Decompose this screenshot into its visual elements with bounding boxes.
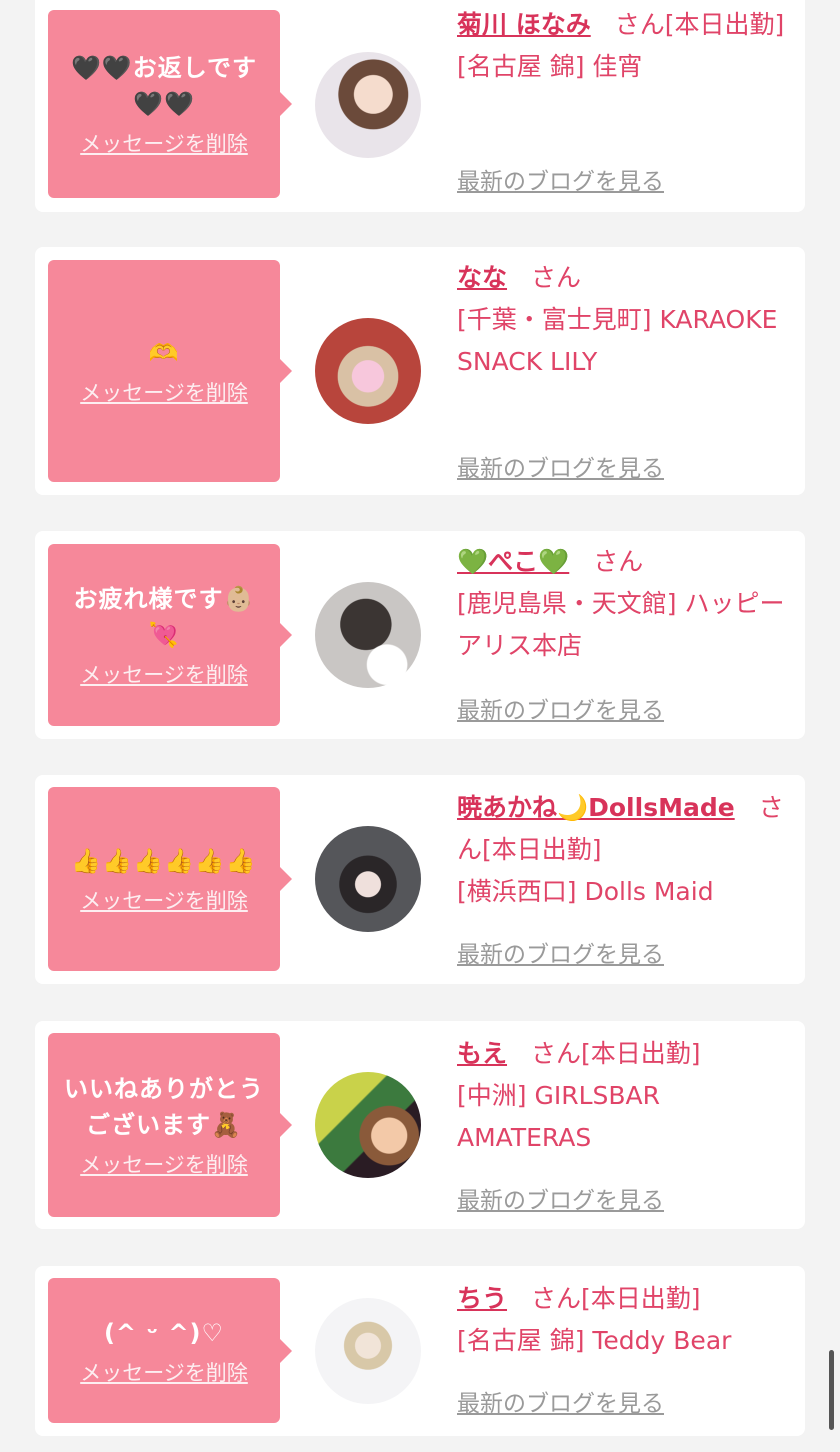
message-text: 🫶 — [148, 339, 180, 367]
latest-blog-link[interactable]: 最新のブログを見る — [457, 935, 664, 969]
attendance-badge: [本日出勤] — [482, 835, 602, 864]
latest-blog-link[interactable]: 最新のブログを見る — [457, 162, 664, 196]
message-text: お疲れ様です👶🏼💘 — [73, 585, 255, 649]
latest-blog-link[interactable]: 最新のブログを見る — [457, 449, 664, 483]
message-bubble: いいねありがとうございます🧸 メッセージを削除 — [48, 1033, 292, 1217]
shop-name: [千葉・富士見町] KARAOKE SNACK LILY — [457, 305, 778, 376]
cast-info: もえ さん[本日出勤] [中洲] GIRLSBAR AMATERAS — [457, 1033, 797, 1159]
delete-message-link[interactable]: メッセージを削除 — [80, 885, 248, 915]
message-card: いいねありがとうございます🧸 メッセージを削除 もえ さん[本日出勤] [中洲] … — [35, 1021, 805, 1229]
scrollbar[interactable] — [829, 1350, 834, 1430]
cast-name-link[interactable]: なな — [457, 263, 507, 292]
attendance-badge: [本日出勤] — [664, 10, 785, 39]
cast-name-link[interactable]: 💚ぺこ💚 — [457, 547, 569, 576]
message-text: (^ ᵕ ^)♡ — [103, 1318, 225, 1347]
honorific: さん — [531, 1284, 582, 1313]
honorific: さん — [531, 1039, 582, 1068]
shop-name: [名古屋 錦] 佳宵 — [457, 52, 643, 81]
attendance-badge: [本日出勤] — [581, 1039, 701, 1068]
delete-message-link[interactable]: メッセージを削除 — [80, 659, 248, 689]
cast-info: 💚ぺこ💚 さん [鹿児島県・天文館] ハッピーアリス本店 — [457, 541, 797, 667]
honorific: さん — [614, 10, 665, 39]
honorific: さん — [531, 263, 582, 292]
attendance-badge: [本日出勤] — [581, 1284, 701, 1313]
avatar[interactable] — [315, 1072, 421, 1178]
avatar[interactable] — [315, 318, 421, 424]
avatar[interactable] — [315, 52, 421, 158]
avatar[interactable] — [315, 1298, 421, 1404]
message-card: (^ ᵕ ^)♡ メッセージを削除 ちう さん[本日出勤] [名古屋 錦] Ted… — [35, 1266, 805, 1436]
message-card: お疲れ様です👶🏼💘 メッセージを削除 💚ぺこ💚 さん [鹿児島県・天文館] ハッピ… — [35, 531, 805, 739]
cast-name-link[interactable]: ちう — [457, 1284, 507, 1313]
cast-info: ちう さん[本日出勤] [名古屋 錦] Teddy Bear — [457, 1278, 797, 1362]
honorific: さん — [593, 547, 644, 576]
latest-blog-link[interactable]: 最新のブログを見る — [457, 691, 664, 725]
delete-message-link[interactable]: メッセージを削除 — [80, 377, 248, 407]
latest-blog-link[interactable]: 最新のブログを見る — [457, 1181, 664, 1215]
message-card: 👍👍👍👍👍👍 メッセージを削除 暁あかね🌙DollsMade さん[本日出勤] [… — [35, 775, 805, 984]
cast-info: 暁あかね🌙DollsMade さん[本日出勤] [横浜西口] Dolls Maid — [457, 787, 797, 913]
avatar[interactable] — [315, 826, 421, 932]
avatar[interactable] — [315, 582, 421, 688]
message-text: 👍👍👍👍👍👍 — [71, 847, 257, 875]
delete-message-link[interactable]: メッセージを削除 — [80, 1357, 248, 1387]
message-text: 🖤🖤お返しです🖤🖤 — [70, 54, 258, 118]
cast-name-link[interactable]: 暁あかね🌙DollsMade — [457, 793, 735, 822]
message-bubble: (^ ᵕ ^)♡ メッセージを削除 — [48, 1278, 292, 1423]
message-bubble: 👍👍👍👍👍👍 メッセージを削除 — [48, 787, 292, 971]
shop-name: [横浜西口] Dolls Maid — [457, 877, 714, 906]
latest-blog-link[interactable]: 最新のブログを見る — [457, 1384, 664, 1418]
cast-name-link[interactable]: 菊川 ほなみ — [457, 10, 591, 39]
delete-message-link[interactable]: メッセージを削除 — [80, 1149, 248, 1179]
cast-info: 菊川 ほなみ さん[本日出勤] [名古屋 錦] 佳宵 — [457, 4, 797, 88]
message-bubble: お疲れ様です👶🏼💘 メッセージを削除 — [48, 544, 292, 726]
message-list: 🖤🖤お返しです🖤🖤 メッセージを削除 菊川 ほなみ さん[本日出勤] [名古屋 錦… — [0, 0, 840, 1452]
shop-name: [鹿児島県・天文館] ハッピーアリス本店 — [457, 589, 785, 660]
message-card: 🖤🖤お返しです🖤🖤 メッセージを削除 菊川 ほなみ さん[本日出勤] [名古屋 錦… — [35, 0, 805, 212]
shop-name: [中洲] GIRLSBAR AMATERAS — [457, 1081, 660, 1152]
shop-name: [名古屋 錦] Teddy Bear — [457, 1326, 732, 1355]
cast-info: なな さん [千葉・富士見町] KARAOKE SNACK LILY — [457, 257, 797, 383]
message-card: 🫶 メッセージを削除 なな さん [千葉・富士見町] KARAOKE SNACK … — [35, 247, 805, 495]
delete-message-link[interactable]: メッセージを削除 — [80, 128, 248, 158]
message-bubble: 🖤🖤お返しです🖤🖤 メッセージを削除 — [48, 10, 292, 198]
cast-name-link[interactable]: もえ — [457, 1039, 507, 1068]
message-text: いいねありがとうございます🧸 — [64, 1075, 264, 1139]
message-bubble: 🫶 メッセージを削除 — [48, 260, 292, 482]
